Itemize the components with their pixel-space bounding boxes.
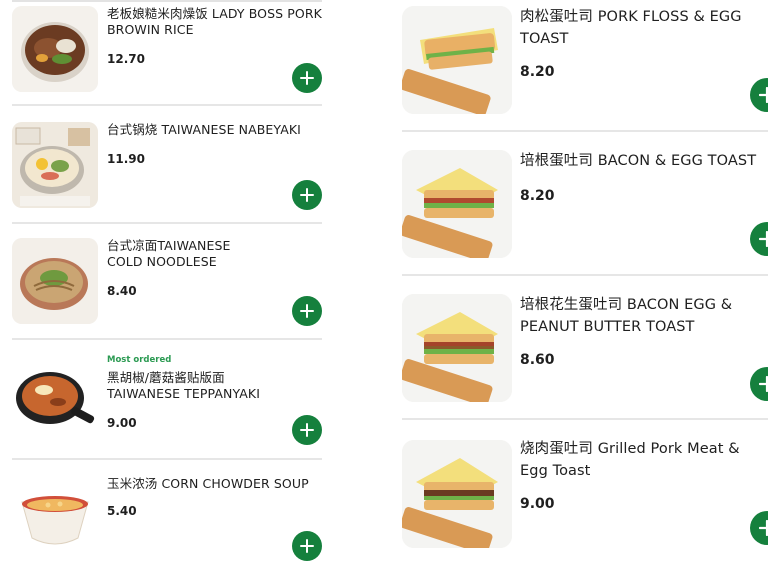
item-price: 12.70 xyxy=(107,52,145,66)
list-item[interactable]: 培根蛋吐司 BACON & EGG TOAST 8.20 xyxy=(380,132,768,276)
item-price: 8.20 xyxy=(520,188,555,204)
menu-column-left: 老板娘糙米肉燥饭 LADY BOSS PORK BROWIN RICE 12.7… xyxy=(0,0,340,576)
add-button[interactable] xyxy=(750,367,768,401)
item-name: 台式锅烧 TAIWANESE NABEYAKI xyxy=(107,122,301,137)
item-name: 黑胡椒/蘑菇酱贴版面 TAIWANESE TEPPANYAKI xyxy=(107,370,260,401)
plus-icon xyxy=(300,71,314,85)
add-button[interactable] xyxy=(750,78,768,112)
plus-icon xyxy=(759,376,768,392)
plus-icon xyxy=(300,304,314,318)
list-item[interactable]: 肉松蛋吐司 PORK FLOSS & EGG TOAST 8.20 xyxy=(380,0,768,132)
item-name: 肉松蛋吐司 PORK FLOSS & EGG TOAST xyxy=(520,9,742,47)
item-price: 8.40 xyxy=(107,284,137,298)
list-item[interactable]: 台式锅烧 TAIWANESE NABEYAKI 11.90 xyxy=(0,106,340,224)
food-image xyxy=(12,354,98,440)
item-name: 老板娘糙米肉燥饭 LADY BOSS PORK BROWIN RICE xyxy=(107,6,322,37)
food-image xyxy=(12,238,98,324)
plus-icon xyxy=(300,188,314,202)
item-price: 9.00 xyxy=(520,496,555,512)
list-item[interactable]: Most ordered 黑胡椒/蘑菇酱贴版面 TAIWANESE TEPPAN… xyxy=(0,338,340,460)
food-image xyxy=(402,440,512,548)
add-button[interactable] xyxy=(292,415,322,445)
food-image xyxy=(402,6,512,114)
add-button[interactable] xyxy=(750,511,768,545)
food-image xyxy=(12,122,98,208)
item-price: 9.00 xyxy=(107,416,137,430)
list-item[interactable]: 玉米浓汤 CORN CHOWDER SOUP 5.40 xyxy=(0,458,340,576)
item-name: 培根花生蛋吐司 BACON EGG & PEANUT BUTTER TOAST xyxy=(520,297,733,335)
item-price: 5.40 xyxy=(107,504,137,518)
add-button[interactable] xyxy=(292,531,322,561)
list-item[interactable]: 培根花生蛋吐司 BACON EGG & PEANUT BUTTER TOAST … xyxy=(380,276,768,420)
list-item[interactable]: 台式凉面TAIWANESE COLD NOODLESE 8.40 xyxy=(0,222,340,340)
food-image xyxy=(402,150,512,258)
add-button[interactable] xyxy=(292,180,322,210)
add-button[interactable] xyxy=(292,63,322,93)
plus-icon xyxy=(759,87,768,103)
add-button[interactable] xyxy=(292,296,322,326)
item-price: 8.20 xyxy=(520,64,555,80)
food-image xyxy=(12,6,98,92)
menu-column-right: 肉松蛋吐司 PORK FLOSS & EGG TOAST 8.20 培根蛋吐司 … xyxy=(380,0,768,576)
list-item[interactable]: 老板娘糙米肉燥饭 LADY BOSS PORK BROWIN RICE 12.7… xyxy=(0,0,340,106)
item-name: 烧肉蛋吐司 Grilled Pork Meat & Egg Toast xyxy=(520,441,740,479)
plus-icon xyxy=(300,423,314,437)
plus-icon xyxy=(759,520,768,536)
add-button[interactable] xyxy=(750,222,768,256)
item-price: 11.90 xyxy=(107,152,145,166)
food-image xyxy=(12,474,98,560)
food-image xyxy=(402,294,512,402)
list-item[interactable]: 烧肉蛋吐司 Grilled Pork Meat & Egg Toast 9.00 xyxy=(380,420,768,576)
item-name: 培根蛋吐司 BACON & EGG TOAST xyxy=(520,153,757,169)
most-ordered-badge: Most ordered xyxy=(107,355,172,365)
item-price: 8.60 xyxy=(520,352,555,368)
plus-icon xyxy=(300,539,314,553)
plus-icon xyxy=(759,231,768,247)
item-name: 玉米浓汤 CORN CHOWDER SOUP xyxy=(107,476,309,491)
item-name: 台式凉面TAIWANESE COLD NOODLESE xyxy=(107,238,231,269)
